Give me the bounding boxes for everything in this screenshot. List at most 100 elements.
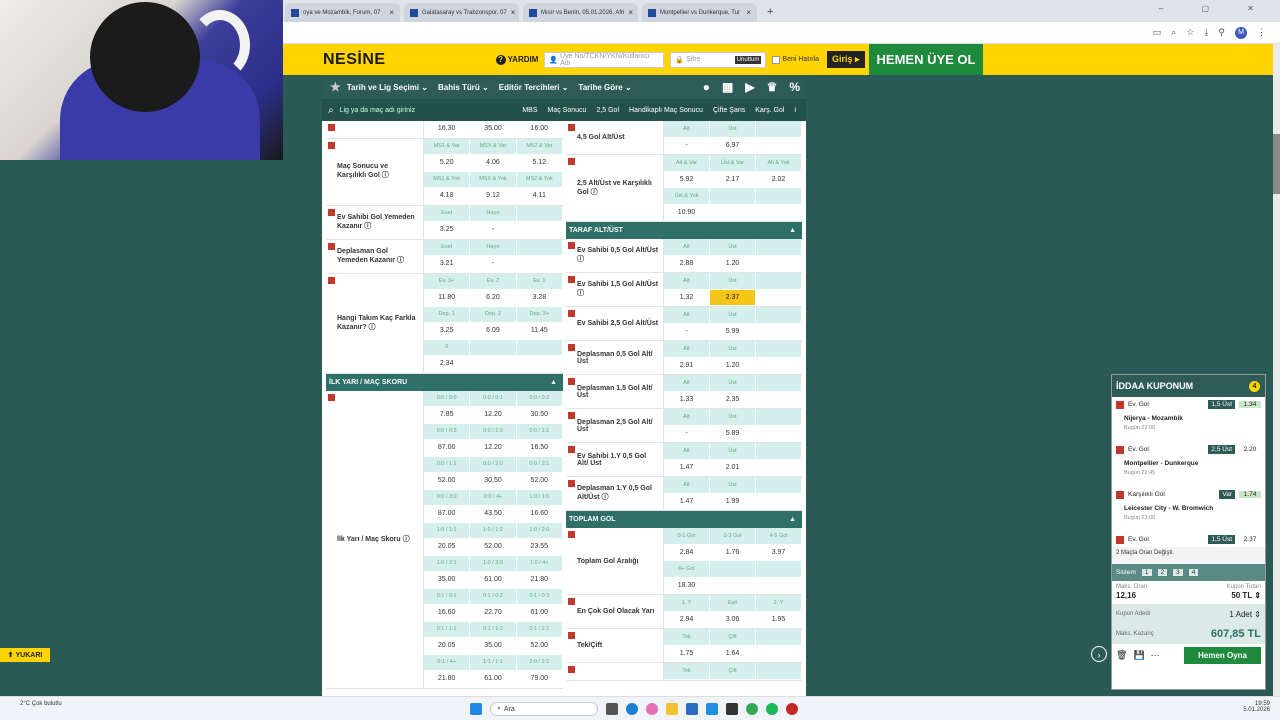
taskbar-search[interactable]: ⌕ Ara — [490, 702, 598, 716]
system-option[interactable]: 3 — [1173, 569, 1183, 576]
odd-button[interactable]: 16.60 — [516, 506, 563, 523]
coupon-match[interactable]: Leicester City - W. Bromwich Bugün 23:00 — [1112, 502, 1265, 532]
extensions-icon[interactable]: ⚲ — [1218, 27, 1225, 38]
odd-button[interactable]: - — [664, 425, 710, 442]
nav-tool-icon[interactable]: ● — [703, 80, 710, 94]
odd-button[interactable]: 5.89 — [710, 425, 756, 442]
odd-button[interactable]: 61.00 — [470, 671, 517, 688]
login-button[interactable]: Giriş ▸ — [826, 51, 865, 68]
terminal-icon[interactable] — [726, 703, 738, 715]
system-option[interactable]: 1 — [1141, 569, 1152, 576]
section-header[interactable]: İLK YARI / MAÇ SKORU ▲ — [326, 373, 563, 391]
odd-button[interactable]: 1.64 — [710, 645, 756, 662]
odd-button[interactable]: 5.92 — [664, 171, 710, 188]
odd-button[interactable]: 1.75 — [664, 645, 710, 662]
section-header[interactable]: TOPLAM GOL ▲ — [566, 511, 802, 528]
odd-button[interactable]: 21.80 — [424, 671, 471, 688]
nav-tool-icon[interactable]: ▦ — [722, 80, 733, 94]
odd-button[interactable]: 1.33 — [664, 391, 710, 408]
file-explorer-icon[interactable] — [666, 703, 678, 715]
odd-button[interactable]: 6.20 — [470, 290, 517, 307]
nav-tool-icon[interactable]: % — [789, 80, 800, 94]
spotify-icon[interactable] — [766, 703, 778, 715]
odd-button[interactable]: 2.01 — [710, 459, 756, 476]
section-header[interactable]: TARAF ALT/ÜST ▲ — [566, 222, 802, 239]
zoom-icon[interactable]: ⌕ — [1171, 27, 1176, 38]
bet-type-header[interactable]: i — [794, 107, 796, 114]
signup-button[interactable]: HEMEN ÜYE OL — [868, 44, 984, 75]
amount-stepper[interactable]: 50 TL ⇕ — [1231, 591, 1261, 600]
odd-button[interactable]: 1.20 — [710, 255, 756, 272]
odd-button[interactable]: 12.20 — [470, 407, 517, 424]
odd-button[interactable]: 22.70 — [470, 605, 517, 622]
odd-button[interactable]: - — [470, 256, 517, 273]
new-tab-button[interactable]: + — [761, 6, 779, 22]
coupon-match[interactable]: Nijerya - Mozambik Bugün 22:00 — [1112, 412, 1265, 442]
odd-button[interactable]: 1.32 — [664, 289, 710, 306]
odd-button[interactable]: 12.20 — [470, 440, 517, 457]
odd-button[interactable]: 16.50 — [516, 440, 563, 457]
scroll-top-button[interactable]: ⬆ YUKARI — [0, 648, 50, 662]
copilot-icon[interactable] — [646, 703, 658, 715]
odd-button[interactable]: 23.55 — [516, 539, 563, 556]
odd-button[interactable]: 52.00 — [516, 638, 563, 655]
odd-button[interactable]: 18.30 — [664, 577, 710, 594]
odd-button[interactable]: 11.80 — [424, 290, 471, 307]
odd-button[interactable]: 52.00 — [424, 473, 471, 490]
play-now-button[interactable]: Hemen Oyna — [1184, 646, 1261, 664]
odd-button[interactable]: 3.06 — [710, 611, 756, 628]
odd-button[interactable]: 1.95 — [756, 611, 802, 628]
browser-tab[interactable]: Galatasaray vs Trabzonspor, 07 × — [404, 3, 519, 22]
forgot-password-link[interactable]: Unuttum — [734, 55, 762, 64]
coupon-action-icon[interactable]: ⋯ — [1151, 650, 1160, 661]
odd-button[interactable]: 4.18 — [424, 188, 471, 205]
favorite-star-icon[interactable]: ★ — [330, 80, 341, 94]
odd-button[interactable]: 61.00 — [516, 605, 563, 622]
odd-button[interactable]: 35.00 — [470, 121, 517, 138]
odd-button[interactable]: 3.97 — [756, 544, 802, 561]
bet-type-header[interactable]: 2,5 Gol — [596, 107, 619, 114]
odd-button[interactable]: 20.05 — [424, 638, 471, 655]
profile-avatar[interactable]: M — [1235, 26, 1247, 39]
odd-button[interactable]: 3.21 — [424, 256, 471, 273]
odd-button[interactable]: 16.60 — [424, 605, 471, 622]
chrome-icon[interactable] — [746, 703, 758, 715]
bet-type-header[interactable]: MBS — [522, 107, 537, 114]
league-search-input[interactable]: Lig ya da maç adı giriniz — [340, 107, 523, 114]
odd-button[interactable]: 2.91 — [664, 357, 710, 374]
odd-button[interactable]: 6.97 — [710, 137, 756, 154]
odd-button[interactable]: 52.00 — [470, 539, 517, 556]
odd-button[interactable]: 30.50 — [470, 473, 517, 490]
menu-icon[interactable]: ⋮ — [1257, 27, 1266, 38]
page-scrollbar[interactable] — [1273, 44, 1280, 696]
nav-item[interactable]: Bahis Türü ⌄ — [438, 83, 489, 92]
edge-icon[interactable] — [626, 703, 638, 715]
app-icon[interactable] — [706, 703, 718, 715]
help-link[interactable]: ? YARDIM — [495, 54, 538, 65]
cast-icon[interactable]: ▭ — [1153, 27, 1162, 38]
odd-button[interactable]: 2.84 — [664, 544, 710, 561]
download-icon[interactable]: ⤓ — [1204, 27, 1208, 38]
browser-tab[interactable]: Montpellier vs Dunkerque, Tur × — [642, 3, 757, 22]
odd-button[interactable]: 35.00 — [470, 638, 517, 655]
tab-close-icon[interactable]: × — [389, 8, 394, 17]
odd-button[interactable]: - — [470, 222, 517, 239]
odd-button[interactable]: 1.99 — [710, 493, 756, 510]
odd-button[interactable]: 3.25 — [424, 323, 471, 340]
nav-item[interactable]: Editör Tercihleri ⌄ — [499, 83, 569, 92]
coupon-action-icon[interactable]: 💾 — [1133, 650, 1144, 661]
odd-button[interactable]: 2.35 — [710, 391, 756, 408]
odd-button[interactable]: 4.11 — [516, 188, 563, 205]
nav-item[interactable]: Tarih ve Lig Seçimi ⌄ — [347, 83, 428, 92]
odd-button[interactable]: 2.17 — [710, 171, 756, 188]
odd-button[interactable]: 2.94 — [664, 611, 710, 628]
odd-button[interactable]: 79.00 — [516, 671, 563, 688]
window-controls[interactable]: – ▢ ✕ — [1159, 4, 1272, 13]
app2-icon[interactable] — [786, 703, 798, 715]
password-field[interactable]: 🔒 Şifre Unuttum — [670, 51, 767, 68]
system-option[interactable]: 2 — [1157, 569, 1168, 576]
odd-button[interactable]: 87.00 — [424, 440, 471, 457]
odd-button[interactable]: 1.20 — [710, 357, 756, 374]
odd-button[interactable]: 1.76 — [710, 544, 756, 561]
odd-button[interactable]: 43.50 — [470, 506, 517, 523]
